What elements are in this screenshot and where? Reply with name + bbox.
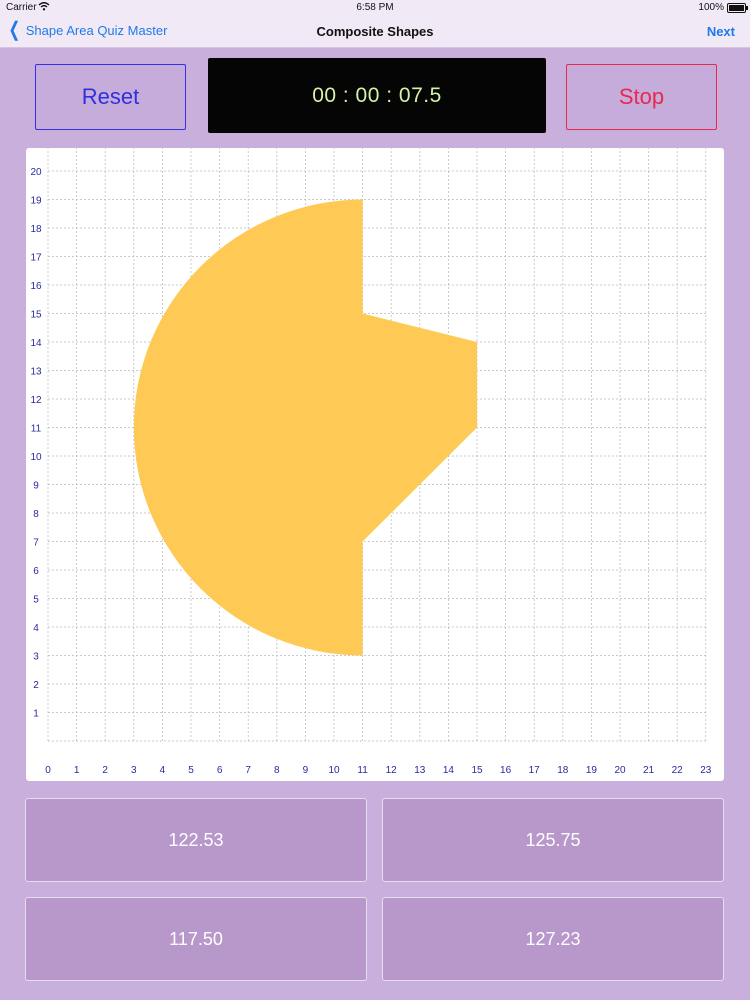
y-tick-label: 8 [33,509,39,520]
x-tick-label: 16 [500,765,512,776]
x-tick-label: 22 [672,765,684,776]
back-button-label: Shape Area Quiz Master [25,22,168,38]
next-button[interactable]: Next [707,24,735,39]
y-tick-label: 1 [33,709,39,720]
y-tick-label: 13 [30,367,42,378]
y-tick-label: 7 [33,538,39,549]
y-tick-label: 9 [33,481,39,492]
x-tick-label: 6 [217,765,223,776]
answer-option-1[interactable]: 122.53 [25,798,367,882]
y-tick-label: 15 [30,310,42,321]
y-tick-label: 3 [33,652,39,663]
status-time: 6:58 PM [356,2,394,13]
x-tick-label: 2 [102,765,108,776]
x-tick-label: 19 [586,765,598,776]
y-tick-label: 4 [33,623,39,634]
y-tick-label: 12 [30,395,42,406]
x-tick-label: 12 [386,765,398,776]
x-tick-label: 21 [643,765,655,776]
y-tick-label: 21 [30,148,42,150]
x-tick-label: 5 [188,765,194,776]
navigation-bar: ❮ Shape Area Quiz Master Composite Shape… [0,16,750,48]
y-tick-label: 5 [33,595,39,606]
x-tick-label: 15 [471,765,483,776]
y-tick-label: 20 [30,167,42,178]
x-tick-label: 8 [274,765,280,776]
answer-option-3[interactable]: 117.50 [25,897,367,981]
y-tick-label: 14 [30,338,42,349]
y-tick-label: 17 [30,253,42,264]
shape-grid-panel: 0 1 2 3 4 5 6 7 8 9 10 11 12 13 14 15 16 17 18 19 20 21 22 23 1… [26,148,724,781]
x-axis-labels: 0 1 2 3 4 5 6 7 8 9 10 11 12 13 14 15 16 17 18 19 20 21 22 23 [45,765,712,776]
x-tick-label: 23 [700,765,712,776]
y-tick-label: 10 [30,452,42,463]
y-tick-label: 18 [30,224,42,235]
x-tick-label: 7 [245,765,251,776]
shape-grid: 0 1 2 3 4 5 6 7 8 9 10 11 12 13 14 15 16 17 18 19 20 21 22 23 1… [30,148,712,776]
x-tick-label: 20 [614,765,626,776]
y-tick-label: 16 [30,281,42,292]
back-button[interactable]: ❮ Shape Area Quiz Master [6,19,168,41]
x-tick-label: 18 [557,765,569,776]
composite-shape [133,199,478,656]
answer-option-4[interactable]: 127.23 [382,897,724,981]
status-bar: Carrier 6:58 PM 100% [0,0,750,16]
x-tick-label: 3 [131,765,137,776]
x-tick-label: 0 [45,765,51,776]
chevron-left-icon: ❮ [8,19,21,41]
battery-percentage: 100% [698,2,724,13]
x-tick-label: 9 [303,765,309,776]
x-tick-label: 14 [443,765,455,776]
x-tick-label: 17 [529,765,541,776]
battery-icon [727,3,748,13]
y-tick-label: 19 [30,196,42,207]
y-tick-label: 2 [33,680,39,691]
x-tick-label: 4 [160,765,166,776]
stop-button[interactable]: Stop [566,64,717,130]
y-axis-labels: 123456789101112131415161718192021 [30,148,42,720]
y-tick-label: 11 [31,424,42,435]
y-tick-label: 6 [33,566,39,577]
timer-display: 00 : 00 : 07.5 [208,58,546,133]
reset-button[interactable]: Reset [35,64,186,130]
x-tick-label: 1 [74,765,80,776]
x-tick-label: 11 [357,765,368,776]
answer-option-2[interactable]: 125.75 [382,798,724,882]
x-tick-label: 13 [414,765,426,776]
x-tick-label: 10 [328,765,340,776]
